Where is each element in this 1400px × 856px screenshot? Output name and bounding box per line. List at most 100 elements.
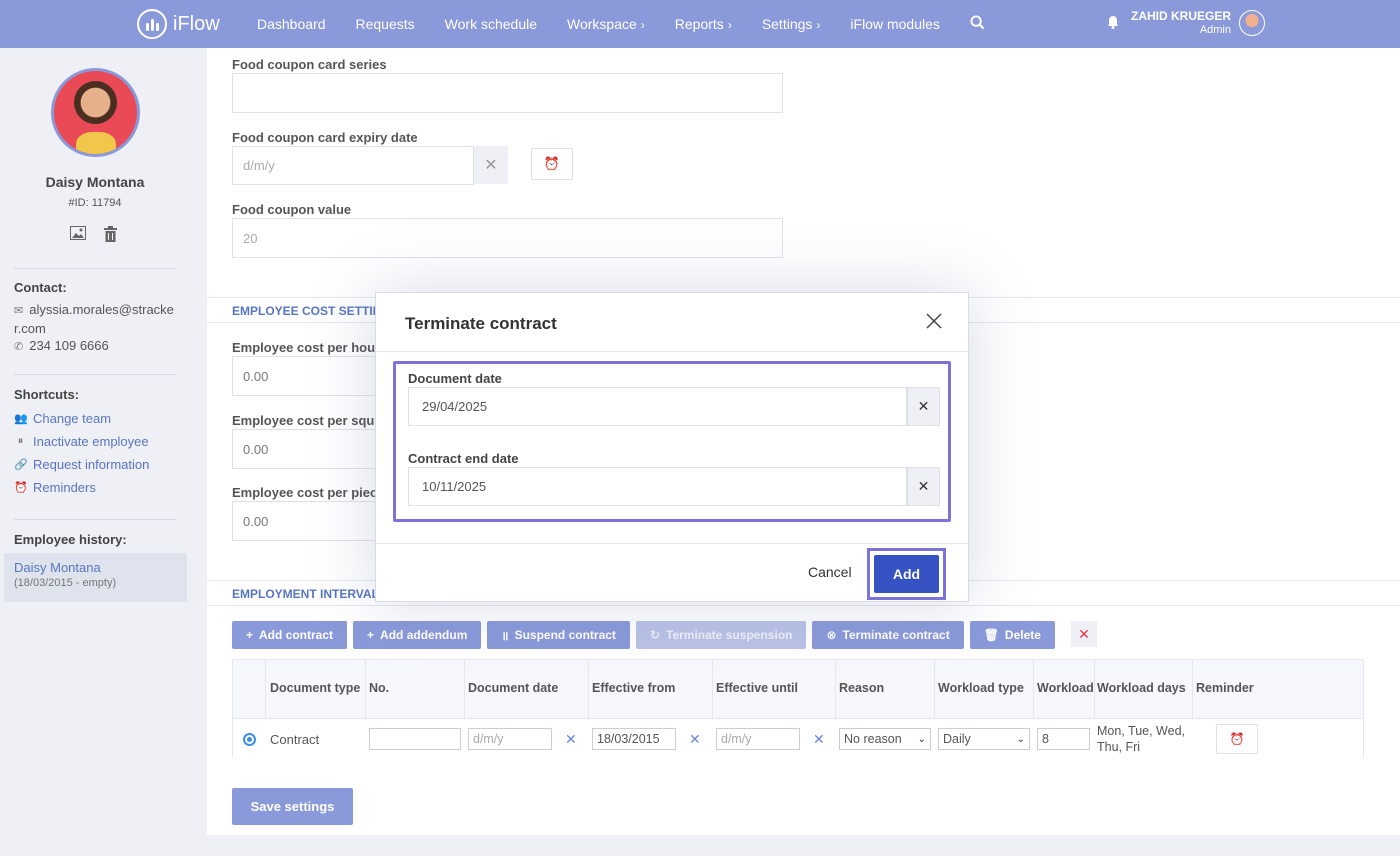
expiry-date-clear-button[interactable]: ✕ xyxy=(474,146,508,184)
chevron-right-icon: › xyxy=(816,18,821,32)
history-item-name: Daisy Montana xyxy=(14,560,101,575)
shortcut-request-information[interactable]: 🔗 Request information xyxy=(14,457,149,472)
document-date-clear-button[interactable]: ✕ xyxy=(907,387,940,426)
circle-x-icon: ⊗ xyxy=(826,628,837,642)
cost-per-hour-input[interactable]: 0.00 xyxy=(232,356,382,396)
nav-settings[interactable]: Settings › xyxy=(762,16,821,32)
nav-dashboard[interactable]: Dashboard xyxy=(257,16,326,32)
add-button-highlight: Add xyxy=(867,548,946,600)
alarm-icon: ⏰ xyxy=(543,156,561,171)
history-item[interactable]: Daisy Montana (18/03/2015 - empty) xyxy=(4,553,187,602)
employee-sidebar: Daisy Montana #ID: 11794 Contact: ✉ alyss… xyxy=(0,48,190,856)
terminate-contract-button[interactable]: ⊗ Terminate contract xyxy=(812,621,964,649)
col-workload-type: Workload type xyxy=(938,681,1024,695)
workload-input[interactable]: 8 xyxy=(1037,728,1090,750)
delete-button[interactable]: 🗑 Delete xyxy=(969,621,1055,649)
terminate-suspension-button[interactable]: ↻ Terminate suspension xyxy=(635,621,807,649)
expiry-date-input[interactable]: d/m/y xyxy=(232,146,474,185)
modal-form: Document date 29/04/2025 ✕ Contract end … xyxy=(393,361,951,522)
close-icon[interactable]: ✕ xyxy=(1070,621,1097,647)
cost-per-square-input[interactable]: 0.00 xyxy=(232,429,382,469)
chevron-right-icon: › xyxy=(640,18,645,32)
col-document-date: Document date xyxy=(468,681,559,695)
user-menu[interactable]: ZAHID KRUEGER Admin xyxy=(1107,9,1265,37)
user-avatar[interactable] xyxy=(1239,10,1265,36)
users-icon: 👥 xyxy=(14,413,28,425)
card-series-input[interactable] xyxy=(232,73,783,113)
modal-title: Terminate contract xyxy=(405,314,557,333)
effective-from-clear-icon[interactable]: ✕ xyxy=(689,731,701,748)
trash-icon[interactable] xyxy=(104,226,117,246)
col-effective-until: Effective until xyxy=(716,681,798,695)
coupon-value-input[interactable]: 20 xyxy=(232,218,783,258)
history-item-dates: (18/03/2015 - empty) xyxy=(14,577,117,589)
cancel-button[interactable]: Cancel xyxy=(808,564,852,580)
cell-effective-until-input[interactable]: d/m/y xyxy=(716,728,800,750)
cost-per-piece-label: Employee cost per piec xyxy=(232,485,378,500)
expiry-date-label: Food coupon card expiry date xyxy=(232,130,418,145)
row-reminder-button[interactable]: ⏰ xyxy=(1216,724,1258,754)
coupon-value-label: Food coupon value xyxy=(232,202,352,217)
employment-intervals-table: Document type No. Document date Effectiv… xyxy=(232,659,1364,758)
table-row: Contract d/m/y ✕ 18/03/2015 ✕ d/m/y ✕ No… xyxy=(233,718,1363,758)
chevron-right-icon: › xyxy=(727,18,732,32)
nav-reports[interactable]: Reports › xyxy=(675,16,732,32)
employee-avatar xyxy=(51,68,140,157)
terminate-contract-modal: Terminate contract Document date 29/04/2… xyxy=(375,292,969,602)
workload-days-line1: Mon, Tue, Wed, xyxy=(1097,724,1186,738)
cell-document-date-input[interactable]: d/m/y xyxy=(468,728,552,750)
col-reminder: Reminder xyxy=(1196,681,1254,695)
cell-effective-from-input[interactable]: 18/03/2015 xyxy=(592,728,676,750)
phone-icon: ✆ xyxy=(14,341,24,353)
plus-icon: + xyxy=(246,628,254,642)
document-date-clear-icon[interactable]: ✕ xyxy=(565,731,577,748)
image-icon[interactable] xyxy=(70,226,86,246)
nav-iflow-modules[interactable]: iFlow modules xyxy=(850,16,939,32)
employee-id: #ID: 11794 xyxy=(68,197,122,209)
shortcuts-heading: Shortcuts: xyxy=(14,387,79,402)
nav-work-schedule[interactable]: Work schedule xyxy=(445,16,537,32)
user-name: ZAHID KRUEGER xyxy=(1130,9,1231,23)
add-addendum-button[interactable]: + Add addendum xyxy=(353,621,482,649)
alarm-icon: ⏰ xyxy=(14,482,28,494)
logo-text: iFlow xyxy=(173,12,220,35)
save-settings-button[interactable]: Save settings xyxy=(232,788,353,825)
shortcut-reminders[interactable]: ⏰ Reminders xyxy=(14,480,96,495)
contract-end-date-input[interactable]: 10/11/2025 xyxy=(408,467,907,506)
contract-end-date-clear-button[interactable]: ✕ xyxy=(907,467,940,506)
document-date-input[interactable]: 29/04/2025 xyxy=(408,387,907,426)
document-date-label: Document date xyxy=(408,371,502,386)
history-heading: Employee history: xyxy=(14,532,127,547)
plus-icon: + xyxy=(367,628,375,642)
suspend-contract-button[interactable]: ॥ Suspend contract xyxy=(487,621,630,649)
close-icon[interactable] xyxy=(926,309,942,335)
chevron-down-icon: ⌄ xyxy=(917,733,926,745)
workload-type-select[interactable]: Daily ⌄ xyxy=(938,728,1030,750)
shortcut-inactivate-employee[interactable]: ⏸ Inactivate employee xyxy=(14,434,149,449)
table-header: Document type No. Document date Effectiv… xyxy=(233,660,1363,718)
effective-until-clear-icon[interactable]: ✕ xyxy=(813,731,825,748)
row-select-radio[interactable] xyxy=(243,732,256,746)
add-contract-button[interactable]: + Add contract xyxy=(232,621,348,649)
cost-per-piece-input[interactable]: 0.00 xyxy=(232,501,382,541)
col-document-type: Document type xyxy=(270,681,361,695)
reason-select[interactable]: No reason ⌄ xyxy=(839,728,931,750)
contract-toolbar: + Add contract + Add addendum ॥ Suspend con… xyxy=(232,621,1097,649)
add-button[interactable]: Add xyxy=(874,555,939,593)
nav-workspace[interactable]: Workspace › xyxy=(567,16,645,32)
col-workload: Workload xyxy=(1037,681,1094,695)
contact-heading: Contact: xyxy=(14,280,67,295)
shortcut-change-team[interactable]: 👥 Change team xyxy=(14,411,111,426)
expiry-reminder-button[interactable]: ⏰ xyxy=(531,148,573,180)
refresh-icon: ↻ xyxy=(649,628,660,642)
logo[interactable]: iFlow xyxy=(137,9,220,39)
col-no: No. xyxy=(369,681,390,695)
envelope-icon: ✉ xyxy=(14,305,24,317)
employee-name: Daisy Montana xyxy=(45,174,145,190)
search-icon[interactable] xyxy=(970,14,985,34)
bell-icon[interactable] xyxy=(1107,15,1119,32)
cell-no-input[interactable] xyxy=(369,728,461,750)
contact-email[interactable]: ✉ alyssia.morales@stracker.com xyxy=(14,301,179,338)
user-role: Admin xyxy=(1199,24,1231,36)
nav-requests[interactable]: Requests xyxy=(356,16,415,32)
